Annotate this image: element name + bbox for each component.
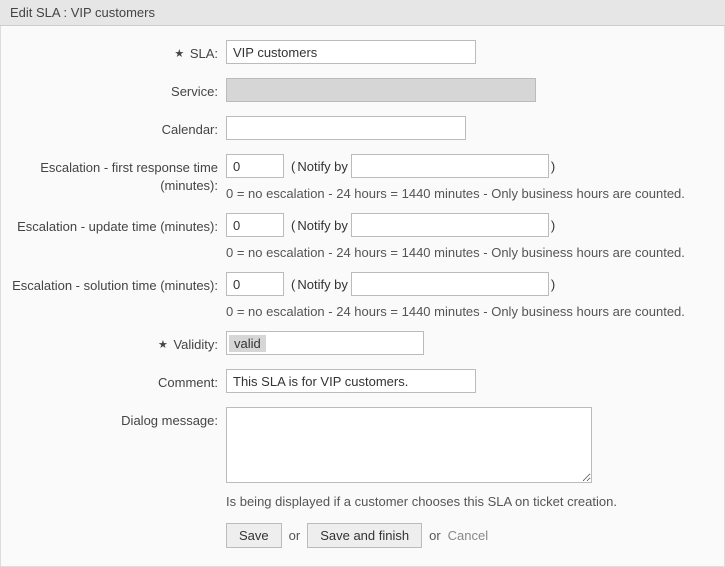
first-response-notify-input[interactable]: [351, 154, 549, 178]
update-time-notify-input[interactable]: [351, 213, 549, 237]
row-validity: ★ Validity: valid: [11, 331, 714, 355]
validity-select[interactable]: valid: [226, 331, 424, 355]
label-sla: ★ SLA:: [11, 40, 226, 63]
comment-input[interactable]: [226, 369, 476, 393]
notify-by-label: Notify by: [297, 277, 348, 292]
label-dialog-message: Dialog message:: [11, 407, 226, 430]
row-comment: Comment:: [11, 369, 714, 393]
row-update-time: Escalation - update time (minutes): ( No…: [11, 213, 714, 260]
label-sla-text: SLA:: [190, 46, 218, 61]
label-solution-time: Escalation - solution time (minutes):: [11, 272, 226, 295]
solution-time-input[interactable]: [226, 272, 284, 296]
row-solution-time: Escalation - solution time (minutes): ( …: [11, 272, 714, 319]
dialog-message-textarea[interactable]: [226, 407, 592, 483]
row-sla: ★ SLA:: [11, 40, 714, 64]
dialog-message-hint: Is being displayed if a customer chooses…: [226, 494, 714, 509]
value-calendar: [226, 116, 714, 140]
value-first-response: ( Notify by ) 0 = no escalation - 24 hou…: [226, 154, 714, 201]
page-title: Edit SLA : VIP customers: [10, 5, 155, 20]
save-and-finish-button[interactable]: Save and finish: [307, 523, 422, 548]
buttons-spacer: [11, 523, 226, 528]
update-time-hint: 0 = no escalation - 24 hours = 1440 minu…: [226, 245, 714, 260]
value-comment: [226, 369, 714, 393]
row-service: Service:: [11, 78, 714, 102]
required-icon: ★: [174, 48, 184, 60]
paren-close: ): [549, 159, 557, 174]
first-response-input[interactable]: [226, 154, 284, 178]
page-header: Edit SLA : VIP customers: [0, 0, 725, 26]
first-response-hint: 0 = no escalation - 24 hours = 1440 minu…: [226, 186, 714, 201]
value-sla: [226, 40, 714, 64]
update-time-input[interactable]: [226, 213, 284, 237]
notify-by-label: Notify by: [297, 218, 348, 233]
sla-input[interactable]: [226, 40, 476, 64]
required-icon: ★: [158, 339, 168, 351]
notify-by-label: Notify by: [297, 159, 348, 174]
value-service: [226, 78, 714, 102]
row-dialog-message: Dialog message: Is being displayed if a …: [11, 407, 714, 509]
row-first-response: Escalation - first response time (minute…: [11, 154, 714, 201]
edit-sla-form: ★ SLA: Service: Calendar: Escalation - f…: [0, 26, 725, 567]
label-comment: Comment:: [11, 369, 226, 392]
calendar-select[interactable]: [226, 116, 466, 140]
or-text-2: or: [429, 528, 441, 543]
solution-time-notify-input[interactable]: [351, 272, 549, 296]
paren-close: ): [549, 277, 557, 292]
action-buttons: Save or Save and finish or Cancel: [226, 523, 714, 548]
label-validity: ★ Validity:: [11, 331, 226, 354]
cancel-link[interactable]: Cancel: [448, 528, 488, 543]
label-service: Service:: [11, 78, 226, 101]
paren-open: (: [289, 218, 297, 233]
label-first-response: Escalation - first response time (minute…: [11, 154, 226, 194]
solution-time-hint: 0 = no escalation - 24 hours = 1440 minu…: [226, 304, 714, 319]
or-text-1: or: [289, 528, 301, 543]
label-calendar: Calendar:: [11, 116, 226, 139]
value-solution-time: ( Notify by ) 0 = no escalation - 24 hou…: [226, 272, 714, 319]
value-validity: valid: [226, 331, 714, 355]
save-button[interactable]: Save: [226, 523, 282, 548]
service-select[interactable]: [226, 78, 536, 102]
label-update-time: Escalation - update time (minutes):: [11, 213, 226, 236]
value-update-time: ( Notify by ) 0 = no escalation - 24 hou…: [226, 213, 714, 260]
validity-select-value: valid: [229, 335, 266, 352]
paren-open: (: [289, 277, 297, 292]
row-buttons: Save or Save and finish or Cancel: [11, 523, 714, 548]
value-dialog-message: Is being displayed if a customer chooses…: [226, 407, 714, 509]
row-calendar: Calendar:: [11, 116, 714, 140]
paren-close: ): [549, 218, 557, 233]
label-validity-text: Validity:: [173, 337, 218, 352]
paren-open: (: [289, 159, 297, 174]
